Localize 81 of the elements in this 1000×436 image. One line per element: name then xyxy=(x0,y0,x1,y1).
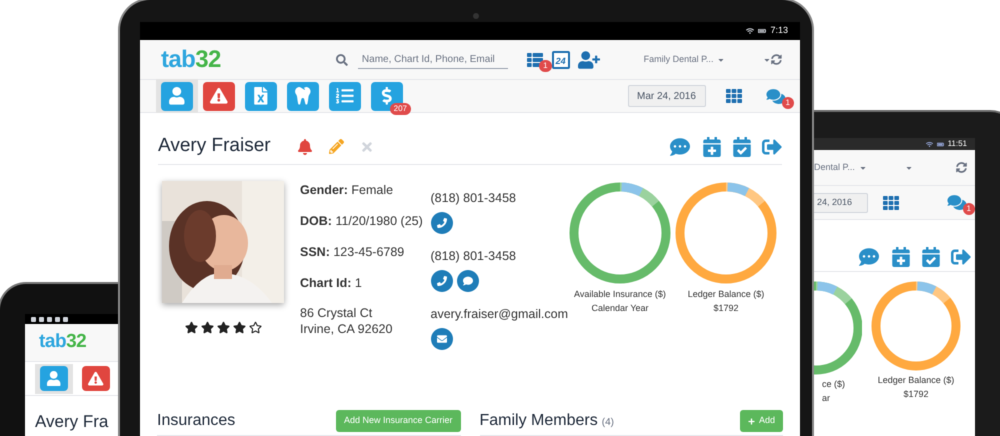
messages-icon[interactable] xyxy=(766,88,786,104)
patient-name: Avery Fra xyxy=(34,412,110,432)
calendar-check-icon[interactable] xyxy=(921,246,941,266)
chat-icon[interactable] xyxy=(857,246,881,266)
add-button[interactable]: Add New Insurance Carrier xyxy=(336,410,460,432)
gauge-label: $1792 xyxy=(713,302,739,315)
plus-icon xyxy=(748,418,755,424)
patient-detail: Chart Id: 1 xyxy=(300,275,363,292)
count-badge: 1 xyxy=(539,60,552,72)
gauge-label: $1792 xyxy=(903,388,929,400)
module-tab[interactable] xyxy=(156,79,198,113)
refresh-icon[interactable] xyxy=(771,54,782,65)
logo: tab32 xyxy=(161,48,222,72)
gauge-label: ar xyxy=(822,392,830,404)
patient-detail: Gender: Female xyxy=(300,182,394,199)
gauge-label: ce ($) xyxy=(822,378,846,391)
numbered-list-icon xyxy=(336,87,354,105)
filled-star-icon[interactable] xyxy=(216,321,230,334)
practice-dropdown[interactable]: Dental P... xyxy=(814,160,855,174)
module-tab[interactable] xyxy=(35,364,73,394)
chat-icon[interactable] xyxy=(668,136,692,156)
messages-icon[interactable] xyxy=(947,194,967,211)
contact-value: avery.fraiser@gmail.com xyxy=(430,306,568,323)
section-title: Family Members xyxy=(480,411,598,431)
gauge-label: Ledger Balance ($) xyxy=(878,374,954,387)
patient-detail: DOB: 11/20/1980 (25) xyxy=(300,213,424,230)
tooth-icon xyxy=(294,87,312,105)
empty-star-icon[interactable] xyxy=(248,321,262,334)
envelope-icon[interactable] xyxy=(430,328,452,350)
wifi-icon xyxy=(926,140,933,148)
practice-dropdown[interactable]: Family Dental P... xyxy=(644,52,714,66)
camera-icon xyxy=(473,13,479,19)
phone-icon[interactable] xyxy=(430,212,452,234)
date-field[interactable]: Mar 24, 2016 xyxy=(628,85,706,107)
count-badge: 1 xyxy=(782,96,794,108)
filled-star-icon[interactable] xyxy=(200,321,214,334)
section-title: Insurances xyxy=(157,411,236,431)
battery-icon xyxy=(758,27,766,35)
address-line: 86 Crystal Ct xyxy=(300,305,374,321)
sign-out-icon[interactable] xyxy=(951,246,971,266)
warning-icon xyxy=(88,370,104,386)
calendar-add-icon[interactable] xyxy=(702,136,722,156)
status-time: 7:13 xyxy=(770,24,788,38)
grid-icon[interactable] xyxy=(882,194,900,210)
calendar-add-icon[interactable] xyxy=(891,246,911,266)
patient-name: Avery Fraiser xyxy=(158,134,271,158)
phone-icon[interactable] xyxy=(430,270,452,292)
status-time: 11:51 xyxy=(948,138,967,150)
calendar-icon[interactable]: 24 xyxy=(552,50,570,68)
address-line: Irvine, CA 92620 xyxy=(300,321,394,337)
count-badge: 207 xyxy=(390,102,411,114)
search-icon[interactable] xyxy=(336,54,348,66)
grid-icon[interactable] xyxy=(724,88,744,104)
bell-icon[interactable] xyxy=(296,138,313,154)
user-icon xyxy=(168,87,186,105)
contact-value: (818) 801-3458 xyxy=(430,248,517,265)
user-icon xyxy=(46,370,62,386)
battery-icon xyxy=(936,140,944,148)
logo: tab32 xyxy=(39,330,86,354)
contact-value: (818) 801-3458 xyxy=(430,190,517,207)
gauge-label: Ledger Balance ($) xyxy=(688,288,764,301)
patient-detail: SSN: 123-45-6789 xyxy=(300,244,406,261)
calendar-check-icon[interactable] xyxy=(732,136,752,156)
spreadsheet-icon xyxy=(252,87,270,105)
gauge-label: Available Insurance ($) xyxy=(574,288,666,301)
filled-star-icon[interactable] xyxy=(184,321,198,334)
chat-icon[interactable] xyxy=(456,270,478,292)
star-rating[interactable] xyxy=(184,321,262,334)
count-badge: 1 xyxy=(962,203,975,215)
section-count: (4) xyxy=(602,416,614,430)
filled-star-icon[interactable] xyxy=(232,321,246,334)
refresh-icon[interactable] xyxy=(956,162,967,173)
date-field[interactable]: 24, 2016 xyxy=(812,192,868,212)
search-field[interactable]: Name, Chart Id, Phone, Email xyxy=(358,50,508,68)
wifi-icon xyxy=(746,27,754,35)
warning-icon xyxy=(210,87,228,105)
gauge-label: Calendar Year xyxy=(591,302,649,315)
sign-out-icon[interactable] xyxy=(762,136,782,156)
list-icon[interactable] xyxy=(526,52,544,68)
add-user-icon[interactable] xyxy=(578,50,600,68)
add-button[interactable]: Add xyxy=(740,410,783,432)
